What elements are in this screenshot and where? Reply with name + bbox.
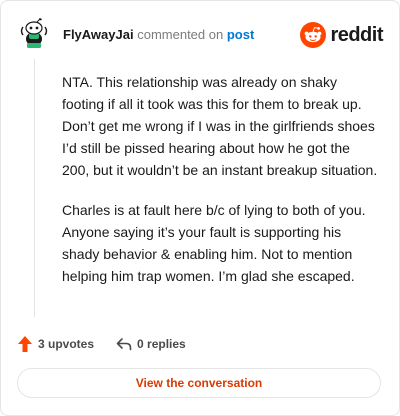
comment-actions: 3 upvotes 0 replies — [17, 333, 186, 355]
reddit-wordmark: reddit — [330, 23, 383, 46]
view-conversation-button[interactable]: View the conversation — [17, 368, 381, 398]
upvote-button[interactable]: 3 upvotes — [17, 335, 94, 353]
reply-arrow-icon — [116, 338, 132, 351]
comment-byline: FlyAwayJai commented on post — [63, 27, 254, 43]
comment-card: FlyAwayJai commented on post reddit NTA.… — [0, 0, 400, 416]
username-link[interactable]: FlyAwayJai — [63, 27, 134, 42]
reply-count: 0 replies — [137, 337, 186, 351]
reddit-logo[interactable]: reddit — [300, 21, 383, 49]
snoo-avatar-icon — [20, 17, 48, 48]
replies-button[interactable]: 0 replies — [116, 337, 186, 351]
thread-line — [34, 59, 35, 317]
upvote-count: 3 upvotes — [38, 337, 95, 351]
post-link[interactable]: post — [227, 27, 254, 42]
comment-header: FlyAwayJai commented on post reddit — [17, 17, 383, 53]
comment-body: NTA. This relationship was already on sh… — [62, 71, 380, 305]
comment-paragraph: Charles is at fault here b/c of lying to… — [62, 202, 366, 284]
upvote-arrow-icon — [18, 336, 32, 352]
comment-paragraph: NTA. This relationship was already on sh… — [62, 74, 378, 178]
reddit-snoo-icon — [300, 22, 327, 48]
user-avatar[interactable] — [17, 17, 51, 51]
commented-on-text: commented on — [137, 27, 224, 42]
